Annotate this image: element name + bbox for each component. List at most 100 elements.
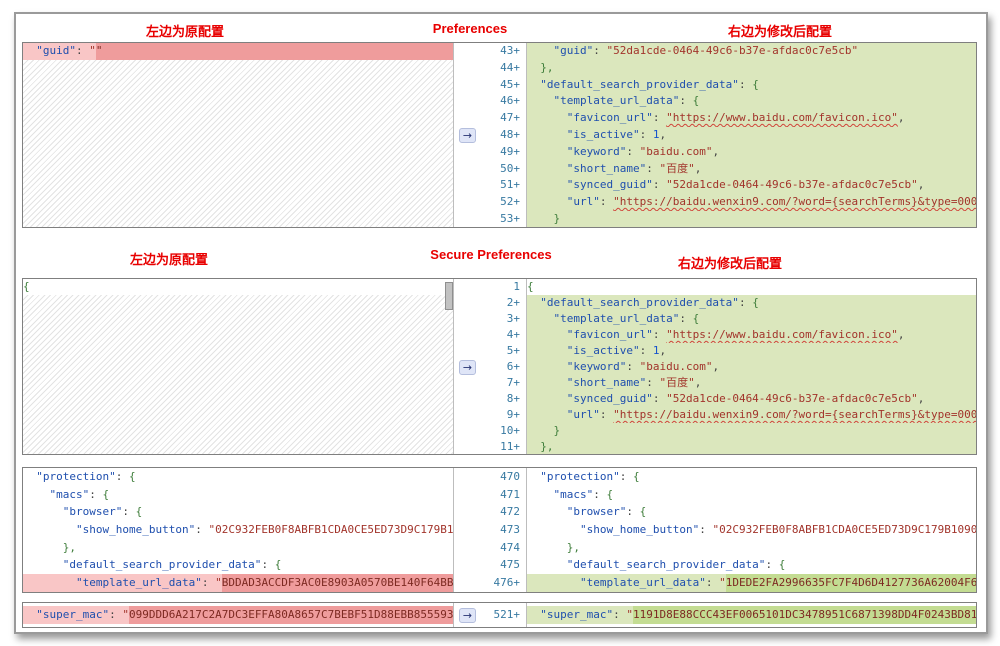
code-segment: :: [652, 111, 667, 125]
copy-change-arrow-button[interactable]: →: [459, 607, 476, 623]
code-line: "short_name": "百度",: [527, 375, 976, 391]
code-line: "favicon_url": "https://www.baidu.com/fa…: [527, 110, 976, 127]
code-segment: ,: [917, 392, 925, 405]
original-config-pane: "super_mac": " 099DDD6A217C2A7DC3EFFA80A8…: [23, 603, 454, 627]
copy-change-arrow-button[interactable]: →: [459, 127, 476, 143]
code-segment: ": [215, 576, 222, 590]
code-line: },: [527, 59, 976, 77]
code-segment: :: [705, 576, 720, 590]
code-segment: :: [599, 408, 614, 421]
code-segment: ,: [659, 344, 667, 357]
code-segment: :: [738, 296, 753, 309]
code-segment: "synced_guid": [566, 178, 653, 192]
diff-panel-secure-preferences: { 1 2+ 3+ 4+ 5+ 6+ 7+ 8+ 9+ 10+ 11+ → { "default_se…: [22, 278, 977, 455]
code-segment: {: [128, 470, 136, 483]
code-segment: {: [606, 487, 614, 501]
code-line: }: [527, 210, 976, 227]
modified-config-pane: "guid": "52da1cde-0464-49c6-b37e-afdac0c…: [527, 43, 976, 227]
left-pane-scrollbar-thumb[interactable]: [445, 282, 453, 310]
code-segment: "show_home_button": [75, 523, 196, 537]
code-segment: {: [752, 296, 759, 309]
line-number: 43+: [500, 44, 520, 57]
code-line: "is_active": 1,: [527, 126, 976, 144]
code-segment: {: [23, 280, 30, 293]
code-line: "macs": {: [527, 486, 976, 504]
code-segment: ,: [917, 178, 925, 192]
code-line: }: [527, 423, 976, 439]
code-line: "default_search_provider_data": {: [527, 295, 976, 311]
code-line: "keyword": "baidu.com",: [527, 143, 976, 161]
code-segment: "02C932FEB0F8ABFB1CDA0CE5ED73D9C179B1090…: [712, 523, 976, 537]
code-line: "browser": {: [527, 503, 976, 521]
screenshot-canvas: 左边为原配置 Preferences 右边为修改后配置 左边为原配置 Secur…: [0, 0, 1000, 646]
code-segment: "https://www.baidu.com/favicon.ico": [666, 328, 898, 341]
code-segment: :: [122, 505, 136, 519]
code-segment: :: [195, 523, 209, 537]
code-segment: "template_url_data": [553, 312, 680, 325]
no-content-hatch: [23, 295, 453, 454]
code-segment: 1191D8E88CCC43EF0065101DC3478951C6871398…: [632, 606, 976, 624]
code-segment: "macs": [49, 487, 90, 501]
code-segment: "macs": [553, 487, 594, 501]
line-number: 50+: [500, 161, 520, 175]
code-segment: "template_url_data": [553, 94, 680, 108]
code-segment: :: [646, 161, 660, 175]
code-segment: {: [632, 470, 640, 483]
code-line: "protection": {: [23, 468, 453, 486]
code-segment: "browser": [62, 505, 123, 519]
copy-change-arrow-button[interactable]: →: [459, 359, 476, 375]
code-segment: BDDAD3ACCDF3AC0E8903A0570BE140F64BB1DF: [221, 574, 453, 592]
code-line: "template_url_data": {: [527, 93, 976, 111]
code-segment: },: [540, 440, 554, 453]
no-content-hatch: [23, 59, 453, 227]
code-line: "url": "https://baidu.wenxin9.com/?word=…: [527, 194, 976, 211]
code-segment: ": [122, 608, 129, 621]
line-number: 44+: [500, 60, 520, 74]
code-segment: "https://baidu.wenxin9.com/?word={search…: [613, 408, 976, 421]
code-segment: :: [89, 487, 103, 501]
line-number: 53+: [500, 211, 520, 225]
code-segment: "url": [566, 195, 600, 209]
line-number: 10+: [500, 424, 520, 437]
code-segment: :: [593, 44, 607, 57]
code-segment: :: [261, 558, 275, 572]
diff-panel-super-mac: "super_mac": " 099DDD6A217C2A7DC3EFFA80A8…: [22, 602, 977, 628]
code-line: "favicon_url": "https://www.baidu.com/fa…: [527, 327, 976, 343]
code-segment: "show_home_button": [579, 523, 700, 537]
line-number: 47+: [500, 111, 520, 125]
diff-gutter: 470 471 472 473 474 475 476+: [454, 468, 527, 592]
code-line: {: [23, 279, 453, 295]
code-segment: :: [599, 195, 614, 209]
code-segment: "keyword": [566, 360, 627, 373]
line-number: 9+: [506, 408, 520, 421]
code-segment: {: [102, 487, 110, 501]
code-segment: },: [566, 540, 580, 554]
inline-diff-fill: ": [95, 43, 453, 60]
code-segment: ,: [694, 161, 702, 175]
code-segment: "template_url_data": [579, 576, 706, 590]
code-segment: :: [652, 328, 667, 341]
line-number: 4+: [506, 328, 520, 341]
code-segment: },: [62, 540, 76, 554]
code-segment: :: [679, 94, 693, 108]
code-segment: "guid": [553, 44, 594, 57]
code-line: "show_home_button": "02C932FEB0F8ABFB1CD…: [527, 521, 976, 539]
code-segment: :: [619, 470, 633, 483]
annotation-title-preferences: Preferences: [432, 21, 508, 36]
diff-gutter: 1 2+ 3+ 4+ 5+ 6+ 7+ 8+ 9+ 10+ 11+ →: [454, 279, 527, 454]
code-line: "template_url_data": " 1DEDE2FA2996635FC7…: [527, 574, 976, 592]
line-number: 46+: [500, 94, 520, 108]
code-segment: :: [76, 44, 90, 57]
code-segment: "baidu.com": [639, 144, 713, 158]
